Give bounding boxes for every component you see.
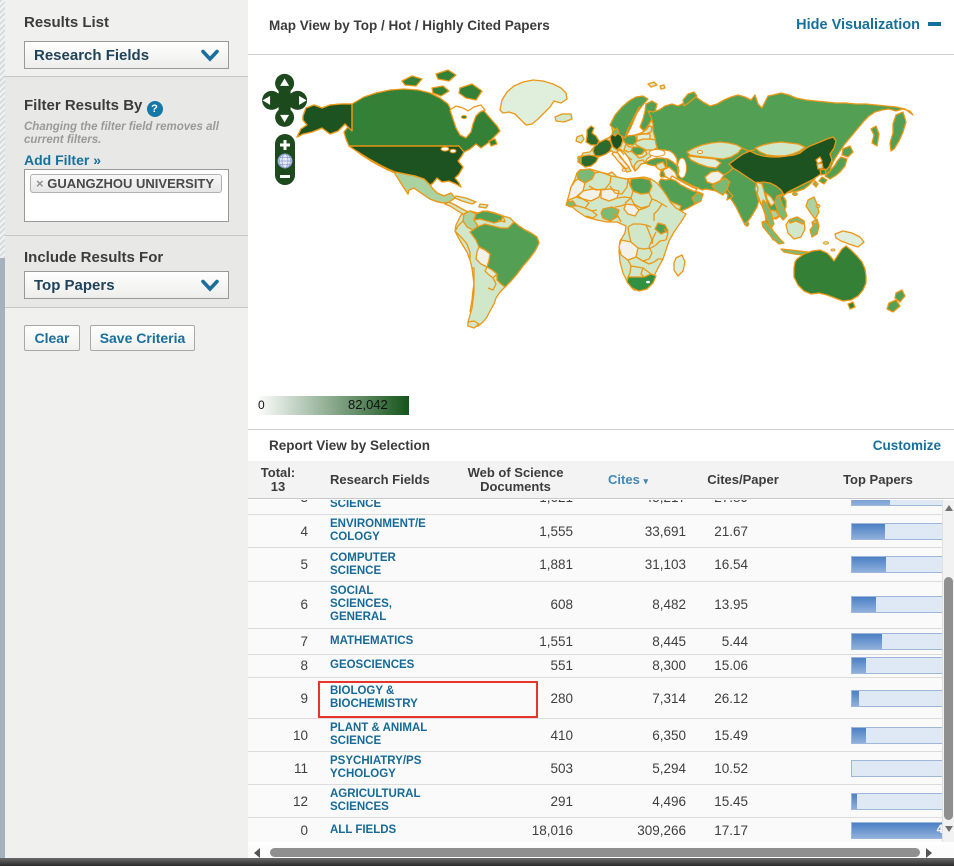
svg-text:82,042: 82,042 [348,397,388,412]
svg-text:0: 0 [258,398,265,412]
